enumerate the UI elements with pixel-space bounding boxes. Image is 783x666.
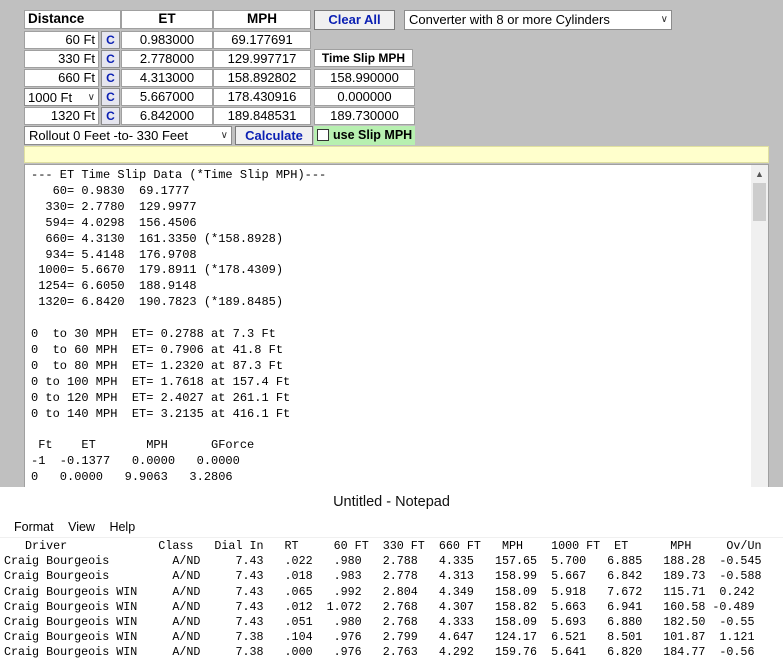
clear-row-button[interactable]: C: [101, 50, 120, 68]
et-field[interactable]: 2.778000: [121, 50, 213, 68]
window-title: Untitled - Notepad: [333, 494, 450, 510]
slip-mph-field[interactable]: 0.000000: [314, 88, 415, 106]
distance-330ft: 330 Ft: [24, 50, 99, 68]
mph-field[interactable]: 129.997717: [213, 50, 311, 68]
clear-row-button[interactable]: C: [101, 107, 120, 125]
scroll-up-arrow-icon[interactable]: ▲: [751, 167, 768, 181]
results-output[interactable]: --- ET Time Slip Data (*Time Slip MPH)--…: [24, 164, 769, 487]
mph-field[interactable]: 158.892802: [213, 69, 311, 87]
scrollbar-thumb[interactable]: [753, 183, 766, 221]
results-text: --- ET Time Slip Data (*Time Slip MPH)--…: [31, 168, 327, 485]
message-bar: [24, 146, 769, 163]
et-field[interactable]: 4.313000: [121, 69, 213, 87]
use-slip-mph-checkbox[interactable]: [317, 129, 329, 141]
vertical-scrollbar[interactable]: ▲: [751, 165, 768, 487]
mph-field[interactable]: 69.177691: [213, 31, 311, 49]
distance-660ft: 660 Ft: [24, 69, 99, 87]
clear-all-button[interactable]: Clear All: [314, 10, 395, 30]
converter-select[interactable]: Converter with 8 or more Cylinders ∨: [404, 10, 672, 30]
et-field[interactable]: 0.983000: [121, 31, 213, 49]
menu-view[interactable]: View: [68, 520, 95, 534]
time-slip-mph-label: Time Slip MPH: [314, 49, 413, 67]
mph-field[interactable]: 178.430916: [213, 88, 311, 106]
clear-row-button[interactable]: C: [101, 31, 120, 49]
use-slip-mph-label: use Slip MPH: [333, 128, 413, 142]
menu-help[interactable]: Help: [109, 520, 135, 534]
chevron-down-icon: ∨: [660, 14, 668, 25]
menu-format[interactable]: Format: [14, 520, 54, 534]
et-field[interactable]: 6.842000: [121, 107, 213, 125]
et-header: ET: [121, 10, 213, 29]
mph-field[interactable]: 189.848531: [213, 107, 311, 125]
notepad-window: Untitled - Notepad Format View Help Driv…: [0, 487, 783, 666]
chevron-down-icon: ∨: [87, 92, 95, 103]
et-field[interactable]: 5.667000: [121, 88, 213, 106]
slip-mph-field[interactable]: 158.990000: [314, 69, 415, 87]
distance-1320ft: 1320 Ft: [24, 107, 99, 125]
slip-mph-field[interactable]: 189.730000: [314, 107, 415, 125]
notepad-text-area[interactable]: Driver Class Dial In RT 60 FT 330 FT 660…: [4, 539, 761, 661]
clear-row-button[interactable]: C: [101, 69, 120, 87]
converter-select-value: Converter with 8 or more Cylinders: [409, 12, 610, 27]
distance-select-value: 1000 Ft: [28, 90, 73, 105]
chevron-down-icon: ∨: [220, 130, 228, 141]
calculate-button[interactable]: Calculate: [235, 126, 313, 145]
distance-header: Distance: [24, 10, 121, 29]
calculator-app: Distance ET MPH Clear All Converter with…: [0, 0, 783, 487]
distance-select[interactable]: 1000 Ft ∨: [24, 88, 99, 106]
mph-header: MPH: [213, 10, 311, 29]
rollout-select[interactable]: Rollout 0 Feet -to- 330 Feet ∨: [24, 126, 232, 145]
clear-row-button[interactable]: C: [101, 88, 120, 106]
menu-bar: Format View Help: [0, 517, 783, 538]
use-slip-mph-toggle[interactable]: use Slip MPH: [314, 126, 415, 145]
rollout-select-value: Rollout 0 Feet -to- 330 Feet: [29, 128, 188, 143]
distance-60ft: 60 Ft: [24, 31, 99, 49]
